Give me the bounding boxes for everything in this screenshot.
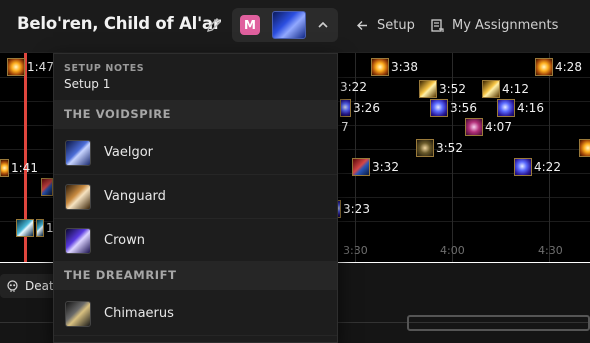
- time-axis-label: 3:30: [343, 244, 368, 257]
- spell-marker[interactable]: 3:32: [352, 158, 399, 176]
- setup-button[interactable]: Setup: [355, 14, 415, 36]
- spell-marker[interactable]: 4:22: [514, 158, 561, 176]
- spell-marker[interactable]: 4:28: [535, 58, 582, 76]
- setup-notes-value: Setup 1: [64, 77, 111, 91]
- spell-icon: [16, 219, 34, 237]
- spell-marker[interactable]: 3:26: [340, 99, 380, 117]
- spell-time: 3:23: [343, 202, 370, 216]
- spell-time: 1:47: [27, 60, 54, 74]
- spell-time: 3:38: [391, 60, 418, 74]
- spell-time: 4:16: [517, 101, 544, 115]
- assignments-icon: [431, 18, 444, 32]
- spell-marker[interactable]: 3:56: [430, 99, 477, 117]
- boss-item-label: Chimaerus: [104, 306, 174, 321]
- skull-icon: [7, 279, 18, 292]
- boss-item-label: Vanguard: [104, 189, 166, 204]
- boss-item-label: Crown: [104, 233, 145, 248]
- spell-icon: [419, 80, 437, 98]
- spell-marker[interactable]: 3:23: [335, 200, 370, 218]
- vanguard-portrait-icon: [65, 183, 91, 210]
- spell-icon: [514, 158, 532, 176]
- spell-icon: [41, 178, 53, 196]
- spell-marker[interactable]: 3:22: [340, 80, 367, 94]
- spell-icon: [7, 58, 25, 76]
- spell-time: 4:28: [555, 60, 582, 74]
- spell-icon: [430, 99, 448, 117]
- boss-portrait-icon: [272, 11, 306, 39]
- my-assignments-label: My Assignments: [452, 17, 559, 33]
- timeline-scrollbar[interactable]: [407, 315, 590, 331]
- boss-item-label: Vaelgor: [104, 145, 154, 160]
- header-bar: Belo'ren, Child of Al'ar M Setup My Assi…: [0, 0, 590, 52]
- my-assignments-button[interactable]: My Assignments: [430, 14, 558, 36]
- difficulty-badge: M: [240, 15, 260, 35]
- setup-notes-item[interactable]: SETUP NOTES Setup 1: [54, 54, 337, 100]
- spell-marker[interactable]: 1:41: [0, 159, 38, 177]
- boss-item-chimaerus[interactable]: Chimaerus: [54, 292, 337, 336]
- spell-icon: [535, 58, 553, 76]
- spell-icon: [0, 159, 9, 177]
- setup-notes-title: SETUP NOTES: [64, 63, 145, 74]
- crown-portrait-icon: [65, 227, 91, 254]
- spell-time: 7: [341, 120, 349, 134]
- encounter-title: Belo'ren, Child of Al'ar: [17, 14, 221, 33]
- spell-marker[interactable]: 7: [341, 120, 349, 134]
- spell-marker[interactable]: 1:47: [7, 58, 54, 76]
- encounter-dropdown: SETUP NOTES Setup 1 THE VOIDSPIRE Vaelgo…: [53, 53, 338, 343]
- spell-icon: [416, 139, 434, 157]
- spell-icon: [340, 99, 351, 117]
- setup-label: Setup: [377, 17, 415, 33]
- spell-marker[interactable]: 4:12: [482, 80, 529, 98]
- spell-icon: [497, 99, 515, 117]
- spell-icon: [579, 139, 590, 157]
- time-axis-label: 4:00: [440, 244, 465, 257]
- boss-item-crown[interactable]: Crown: [54, 219, 337, 263]
- chimaerus-portrait-icon: [65, 300, 91, 327]
- vaelgor-portrait-icon: [65, 139, 91, 166]
- spell-icon: [465, 118, 483, 136]
- chevron-up-icon[interactable]: [316, 18, 330, 32]
- spell-time: 1:41: [11, 161, 38, 175]
- spell-time: 3:52: [439, 82, 466, 96]
- spell-icon: [371, 58, 389, 76]
- pencil-icon[interactable]: [206, 17, 222, 33]
- encounter-picker[interactable]: M: [232, 8, 338, 42]
- section-header-voidspire: THE VOIDSPIRE: [54, 100, 337, 129]
- spell-marker[interactable]: 3:52: [419, 80, 466, 98]
- spell-icon: [482, 80, 500, 98]
- spell-marker[interactable]: 3:38: [371, 58, 418, 76]
- spell-icon: [36, 219, 44, 237]
- spell-time: 4:22: [534, 160, 561, 174]
- spell-icon: [352, 158, 370, 176]
- spell-marker[interactable]: 3:52: [416, 139, 463, 157]
- time-axis-label: 4:30: [538, 244, 563, 257]
- spell-marker[interactable]: [41, 178, 53, 196]
- arrow-left-icon: [357, 20, 367, 30]
- spell-time: 3:56: [450, 101, 477, 115]
- spell-time: 3:32: [372, 160, 399, 174]
- spell-time: 3:26: [353, 101, 380, 115]
- spell-marker[interactable]: [579, 139, 590, 157]
- section-header-dreamrift: THE DREAMRIFT: [54, 261, 337, 290]
- spell-time: 4:12: [502, 82, 529, 96]
- spell-time: 4:07: [485, 120, 512, 134]
- boss-item-vanguard[interactable]: Vanguard: [54, 175, 337, 219]
- spell-marker[interactable]: 4:07: [465, 118, 512, 136]
- boss-item-vaelgor[interactable]: Vaelgor: [54, 131, 337, 175]
- app-window: Belo'ren, Child of Al'ar M Setup My Assi…: [0, 0, 590, 343]
- spell-time: 3:22: [340, 80, 367, 94]
- spell-marker[interactable]: 4:16: [497, 99, 544, 117]
- spell-time: 3:52: [436, 141, 463, 155]
